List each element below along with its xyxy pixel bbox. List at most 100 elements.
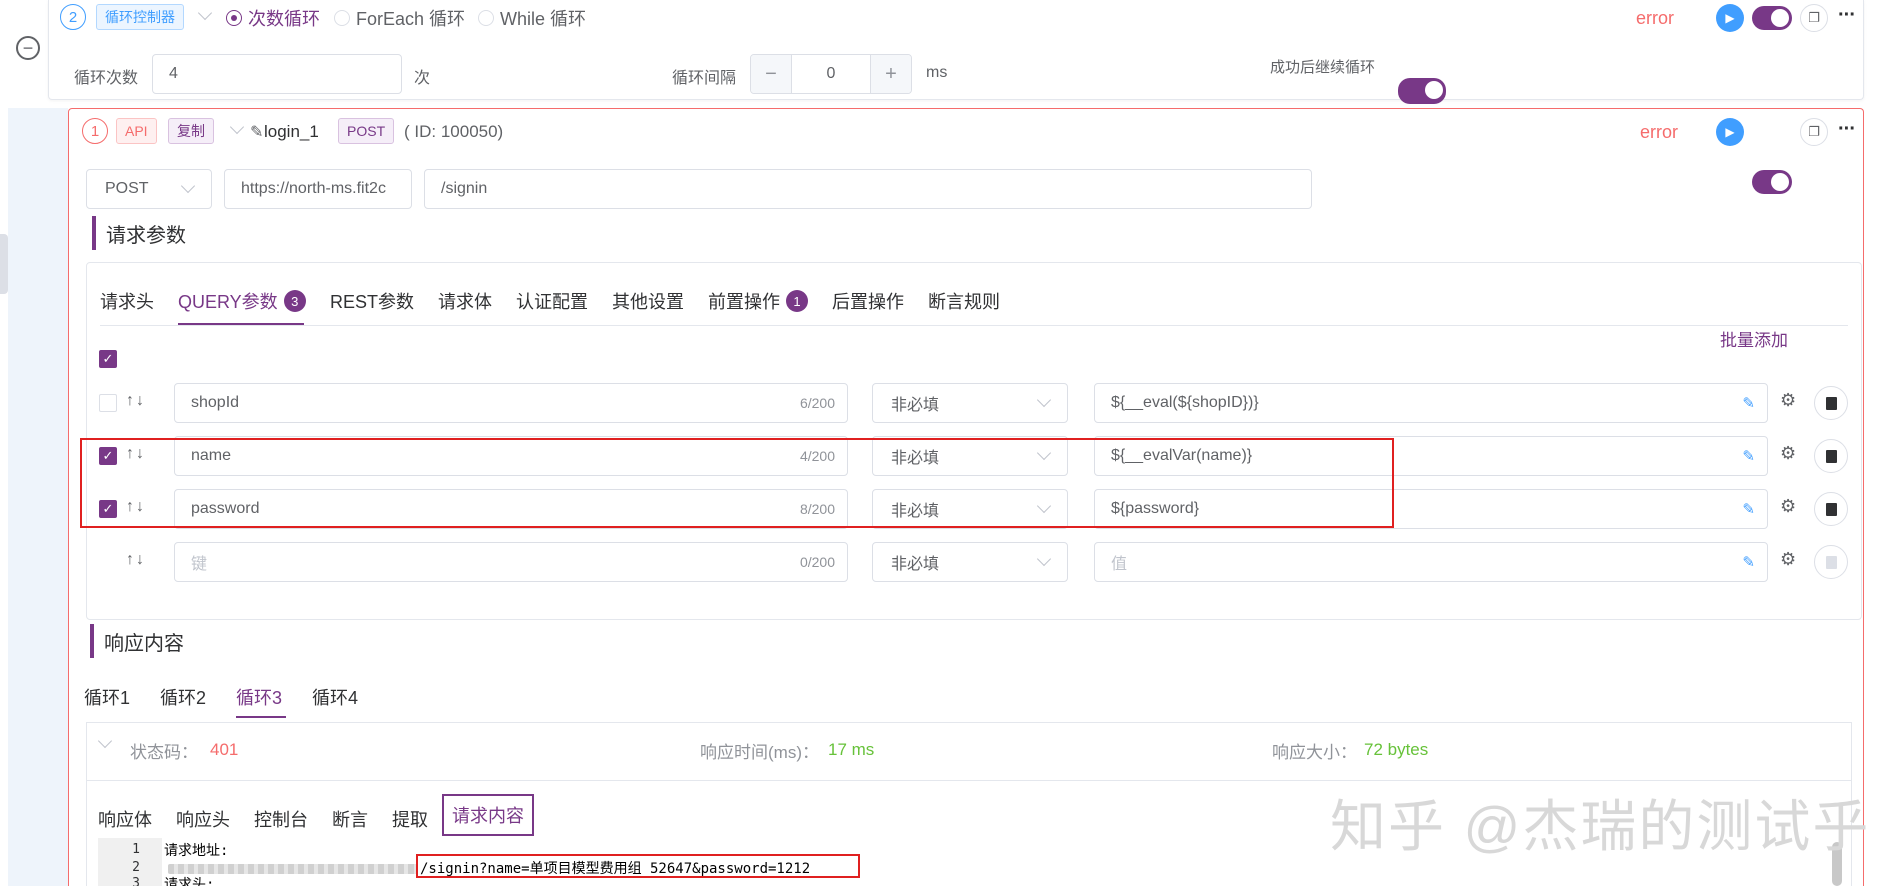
count-badge: 1 <box>786 290 808 312</box>
radio-foreach-loop[interactable]: ForEach 循环 <box>334 5 465 31</box>
gear-icon[interactable]: ⚙ <box>1780 390 1796 411</box>
reorder-arrows-icon[interactable]: ↑↓ <box>126 551 146 569</box>
tab-extract[interactable]: 提取 <box>392 806 428 832</box>
param-value-input[interactable]: 值 ✎ <box>1094 542 1768 582</box>
chevron-down-icon[interactable] <box>97 733 113 750</box>
line-number: 3 <box>132 876 140 886</box>
side-collapse-handle[interactable] <box>0 234 8 294</box>
active-loop-indicator <box>236 716 286 718</box>
increment-button[interactable]: + <box>871 55 911 93</box>
delete-row-button <box>1814 545 1848 579</box>
response-size-label: 响应大小： <box>1272 743 1357 762</box>
delete-row-button[interactable] <box>1814 386 1848 420</box>
tab-assertion[interactable]: 断言 <box>332 806 368 832</box>
loop-interval-stepper[interactable]: − 0 + <box>750 54 912 94</box>
edit-icon[interactable]: ✎ <box>1742 384 1755 422</box>
tab-rest-params[interactable]: REST参数 <box>330 288 414 314</box>
tab-loop-3[interactable]: 循环3 <box>236 684 282 710</box>
tab-response-body[interactable]: 响应体 <box>98 806 152 832</box>
tabs-divider <box>100 325 1848 326</box>
request-params-title: 请求参数 <box>92 216 186 250</box>
loop-index-badge: 2 <box>60 4 86 30</box>
tab-assertions[interactable]: 断言规则 <box>928 288 1000 314</box>
required-select[interactable]: 非必填 <box>872 542 1068 582</box>
trash-icon <box>1825 449 1837 463</box>
radio-dot <box>478 10 494 26</box>
tab-label: 请求头 <box>100 292 154 312</box>
tab-request-content[interactable]: 请求内容 <box>442 794 534 836</box>
collapse-icon[interactable]: − <box>16 36 40 60</box>
tab-label: 认证配置 <box>516 292 588 312</box>
param-key-input[interactable]: 键 0/200 <box>174 542 848 582</box>
method-select[interactable]: POST <box>86 169 212 209</box>
method-value: POST <box>105 180 149 197</box>
tab-pre-operations[interactable]: 前置操作 1 <box>708 288 808 314</box>
edit-icon[interactable]: ✎ <box>1742 437 1755 475</box>
copy-icon[interactable]: ❐ <box>1800 4 1828 32</box>
edit-icon[interactable]: ✎ <box>1742 490 1755 528</box>
gear-icon[interactable]: ⚙ <box>1780 496 1796 517</box>
tab-query-params[interactable]: QUERY参数 3 <box>178 288 306 314</box>
tab-label: 后置操作 <box>832 292 904 312</box>
tab-console[interactable]: 控制台 <box>254 806 308 832</box>
continue-on-success-toggle[interactable] <box>1398 78 1446 104</box>
watermark: 知乎 @杰瑞的测试乎 <box>1330 795 1871 858</box>
required-select[interactable]: 非必填 <box>872 383 1068 423</box>
base-url-input[interactable]: https://north-ms.fit2c <box>224 169 412 209</box>
tab-auth-config[interactable]: 认证配置 <box>516 288 588 314</box>
tab-post-operations[interactable]: 后置操作 <box>832 288 904 314</box>
status-code-value: 401 <box>210 740 239 759</box>
value-text: ${__eval(${shopID})} <box>1111 394 1259 411</box>
continue-on-success-label: 成功后继续循环 <box>1270 59 1376 76</box>
response-time-label: 响应时间(ms)： <box>700 743 819 762</box>
reorder-arrows-icon[interactable]: ↑↓ <box>126 392 146 410</box>
edit-icon[interactable]: ✎ <box>1742 543 1755 581</box>
api-enable-toggle[interactable] <box>1752 170 1792 194</box>
api-name[interactable]: login_1 <box>264 122 319 142</box>
loop-enable-toggle[interactable] <box>1752 6 1792 30</box>
edit-name-icon[interactable]: ✎ <box>250 122 263 142</box>
more-icon[interactable]: ··· <box>1838 118 1856 141</box>
more-icon[interactable]: ··· <box>1838 4 1856 27</box>
param-value-input[interactable]: ${__eval(${shopID})} ✎ <box>1094 383 1768 423</box>
radio-while-loop[interactable]: While 循环 <box>478 5 586 31</box>
param-key-input[interactable]: shopId 6/200 <box>174 383 848 423</box>
delete-row-button[interactable] <box>1814 492 1848 526</box>
line-number: 1 <box>132 842 140 857</box>
tab-response-headers[interactable]: 响应头 <box>176 806 230 832</box>
run-icon[interactable]: ▶ <box>1716 4 1744 32</box>
path-input[interactable]: /signin <box>424 169 1312 209</box>
decrement-button[interactable]: − <box>751 55 791 93</box>
line-number: 2 <box>132 860 140 875</box>
loop-status-error: error <box>1636 8 1675 28</box>
required-value: 非必填 <box>891 556 940 573</box>
char-counter: 0/200 <box>799 554 835 570</box>
radio-count-loop[interactable]: 次数循环 <box>226 5 320 31</box>
interval-value[interactable]: 0 <box>791 55 871 93</box>
tab-loop-2[interactable]: 循环2 <box>160 684 206 710</box>
tab-label: REST参数 <box>330 292 415 312</box>
tab-loop-4[interactable]: 循环4 <box>312 684 358 710</box>
loop-count-input[interactable]: 4 <box>152 54 402 94</box>
tab-loop-1[interactable]: 循环1 <box>84 684 130 710</box>
copy-icon[interactable]: ❐ <box>1800 118 1828 146</box>
tab-headers[interactable]: 请求头 <box>100 288 154 314</box>
select-all-checkbox[interactable]: ✓ <box>99 350 117 368</box>
chevron-down-icon[interactable] <box>197 5 213 21</box>
chevron-down-icon[interactable] <box>229 119 245 135</box>
trash-icon <box>1825 555 1837 569</box>
loop-controller-tag: 循环控制器 <box>96 4 184 30</box>
gear-icon[interactable]: ⚙ <box>1780 443 1796 464</box>
gear-icon[interactable]: ⚙ <box>1780 549 1796 570</box>
batch-add-link[interactable]: 批量添加 <box>1720 326 1788 351</box>
status-code-label: 状态码： <box>130 743 198 762</box>
code-line: 请求头: <box>164 877 215 886</box>
tab-request-body[interactable]: 请求体 <box>438 288 492 314</box>
run-icon[interactable]: ▶ <box>1716 118 1744 146</box>
response-size-value: 72 bytes <box>1364 740 1429 759</box>
delete-row-button[interactable] <box>1814 439 1848 473</box>
method-tag: POST <box>338 118 395 144</box>
row-checkbox[interactable] <box>99 394 117 412</box>
tab-label: 其他设置 <box>612 292 684 312</box>
tab-other-settings[interactable]: 其他设置 <box>612 288 684 314</box>
